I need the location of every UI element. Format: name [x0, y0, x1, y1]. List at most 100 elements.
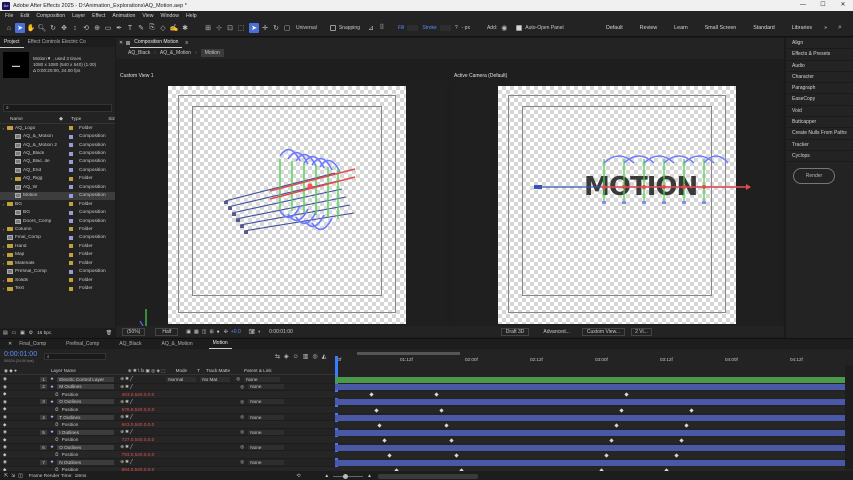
- motion-blur-icon[interactable]: ◎: [312, 353, 317, 360]
- visibility-eye-icon[interactable]: ◉: [0, 444, 18, 450]
- pan-tool-icon[interactable]: ✥: [59, 23, 69, 33]
- keyframe[interactable]: [374, 407, 379, 413]
- visibility-eye-icon[interactable]: ◉: [0, 376, 18, 382]
- layer-name[interactable]: N Outlines: [57, 459, 115, 465]
- layer-switches[interactable]: ⊕ ✱ ╱: [120, 414, 166, 420]
- stroke-label[interactable]: Stroke: [422, 25, 436, 31]
- stroke-width-value[interactable]: - px: [462, 25, 470, 31]
- exposure-icon[interactable]: ✣: [224, 329, 228, 335]
- parent-dropdown[interactable]: None: [248, 399, 285, 405]
- parent-dropdown[interactable]: None: [248, 459, 285, 465]
- layer-track-bar[interactable]: [335, 444, 845, 451]
- property-track[interactable]: [335, 391, 845, 398]
- menu-composition[interactable]: Composition: [36, 13, 65, 19]
- expand-chevron-icon[interactable]: ›: [0, 261, 4, 266]
- layer-track-bar[interactable]: [335, 384, 845, 391]
- panel-item[interactable]: Character: [786, 72, 853, 84]
- label-color-swatch[interactable]: [69, 159, 73, 164]
- property-value[interactable]: 403.0,540.0,0.0: [122, 392, 155, 397]
- layer-name[interactable]: M Outlines: [57, 384, 115, 390]
- keyframe[interactable]: [679, 438, 684, 443]
- parent-dropdown[interactable]: None: [248, 414, 285, 420]
- timeline-timecode[interactable]: 0:00:01:00: [4, 351, 37, 358]
- header-mode[interactable]: Mode: [176, 368, 188, 373]
- visibility-eye-icon[interactable]: ◉: [0, 459, 18, 465]
- project-item[interactable]: AQ_End Composition: [0, 166, 115, 174]
- panel-item[interactable]: Audio: [786, 61, 853, 72]
- move-mode-icon[interactable]: ✛: [260, 23, 270, 33]
- layer-track-bar[interactable]: [335, 399, 845, 406]
- col-name[interactable]: Name: [0, 117, 59, 122]
- footer-toggle3-icon[interactable]: ◫: [18, 474, 23, 479]
- property-track[interactable]: [335, 422, 845, 429]
- layer-name[interactable]: O Outlines: [57, 399, 115, 405]
- parent-dropdown[interactable]: None: [248, 444, 285, 450]
- keyframe[interactable]: [624, 392, 629, 398]
- col-type[interactable]: Type: [71, 117, 108, 122]
- align-icon[interactable]: ⌷: [377, 23, 387, 33]
- label-color-swatch[interactable]: [69, 235, 73, 240]
- add-icon[interactable]: ◉: [499, 23, 509, 33]
- rotate-mode-icon[interactable]: ↻: [271, 23, 281, 33]
- layer-track-bar[interactable]: [335, 429, 845, 436]
- property-row[interactable]: ◆ ⏱ Position 793.0,540.0,0.0: [0, 451, 335, 460]
- timeline-scrollbar[interactable]: [845, 365, 853, 469]
- project-item[interactable]: AQ_Blac..ite Composition: [0, 158, 115, 166]
- render-button[interactable]: Render: [793, 168, 835, 185]
- visibility-eye-icon[interactable]: ◉: [0, 414, 18, 420]
- property-value[interactable]: 793.0,540.0,0.0: [122, 452, 155, 457]
- stroke-help-icon[interactable]: ?: [455, 25, 458, 31]
- layer-row[interactable]: ◉ 6 ★ O Outlines ⊕ ✱ ╱ ◎ None: [0, 444, 335, 452]
- view2-viewport[interactable]: MOTION: [454, 81, 780, 329]
- label-color-swatch[interactable]: [69, 269, 73, 274]
- panel-item[interactable]: Void: [786, 106, 853, 118]
- new-comp-icon[interactable]: ▣: [20, 331, 25, 336]
- layer-switches[interactable]: ⊕ ✱ ╱: [120, 399, 166, 405]
- snapshot-icon[interactable]: 📷︎: [249, 329, 255, 335]
- timeline-search-input[interactable]: ⌕: [44, 353, 106, 360]
- comp-timecode[interactable]: 0:00:01:00: [269, 329, 293, 335]
- draft3d-icon[interactable]: ◈: [284, 353, 289, 360]
- layer-track-bar[interactable]: [335, 459, 845, 466]
- transparency-grid-icon[interactable]: ▦: [194, 329, 199, 335]
- graph-editor-icon[interactable]: ◭: [322, 353, 327, 360]
- layer-track-bar[interactable]: [335, 414, 845, 421]
- renderer-dropdown[interactable]: Draft 3D: [500, 327, 530, 336]
- keyframe[interactable]: [619, 407, 624, 413]
- panel-item[interactable]: Create Nulls From Paths: [786, 128, 853, 140]
- panel-item[interactable]: EaseCopy: [786, 94, 853, 106]
- workspace-more[interactable]: »: [824, 25, 827, 31]
- fill-label[interactable]: Fill: [398, 25, 404, 31]
- label-color-swatch[interactable]: [69, 202, 73, 207]
- track-matte-dropdown[interactable]: No Mat: [200, 376, 231, 382]
- stopwatch-icon[interactable]: ⏱: [55, 452, 59, 457]
- maximize-icon[interactable]: ☐: [813, 0, 833, 11]
- keyframe-nav-icon[interactable]: ◆: [0, 422, 18, 428]
- tab-prefinal-comp[interactable]: Prefinal_Comp: [62, 340, 103, 349]
- property-track[interactable]: [335, 452, 845, 459]
- keyframe[interactable]: [439, 407, 444, 413]
- keyframe[interactable]: [684, 422, 689, 428]
- close-timeline-icon[interactable]: ✕: [8, 341, 12, 347]
- world-axis-icon[interactable]: ⊡: [225, 23, 235, 33]
- layer-row[interactable]: ◉ 7 ★ N Outlines ⊕ ✱ ╱ ◎ None: [0, 459, 335, 467]
- menu-edit[interactable]: Edit: [20, 13, 29, 19]
- parent-dropdown[interactable]: None: [244, 376, 281, 382]
- comp-flowchart-icon[interactable]: ⇆: [275, 353, 280, 360]
- custom-view-dropdown[interactable]: Custom View...: [581, 327, 626, 336]
- timeline-navigator[interactable]: [377, 473, 478, 479]
- property-row[interactable]: ◆ ⏱ Position 578.9,540.0,0.0: [0, 406, 335, 414]
- panel-item[interactable]: Tracker: [786, 140, 853, 151]
- interpret-icon[interactable]: ▤: [3, 331, 8, 336]
- breadcrumb-aq-motion[interactable]: AQ_&_Motion: [160, 50, 191, 56]
- local-axis-icon[interactable]: ⊹: [214, 23, 224, 33]
- stopwatch-icon[interactable]: ⏱: [55, 422, 59, 427]
- puppet-tool-icon[interactable]: ✱: [180, 23, 190, 33]
- layer-switches[interactable]: ⊕ ✱ ╱: [120, 459, 166, 465]
- snap-axis-icon[interactable]: ⊞: [203, 23, 213, 33]
- header-track-matte[interactable]: Track Matte: [206, 368, 230, 373]
- layer-switches[interactable]: ⊕ ✱ ╱: [120, 376, 166, 382]
- layer-switches[interactable]: ⊕ ✱ ╱: [120, 429, 166, 435]
- label-color-swatch[interactable]: [69, 252, 73, 257]
- menu-help[interactable]: Help: [186, 13, 197, 19]
